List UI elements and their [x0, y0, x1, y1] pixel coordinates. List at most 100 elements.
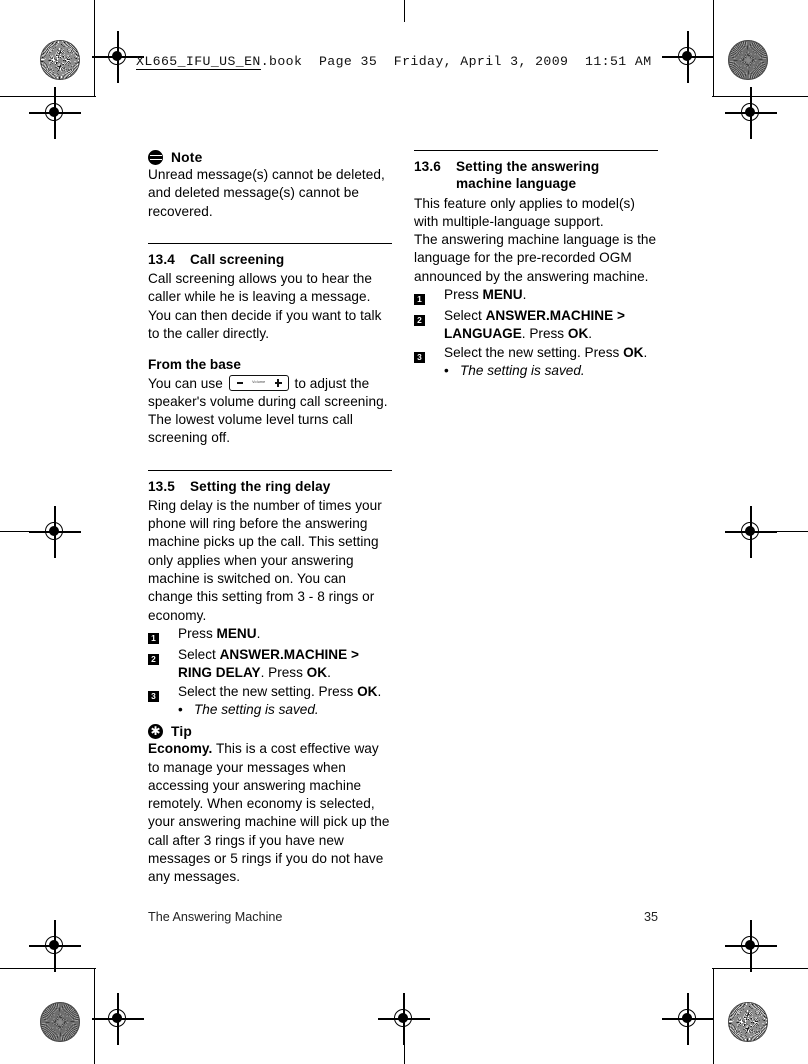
- bullet-icon: •: [444, 363, 449, 379]
- step-text-run: Select: [178, 647, 220, 663]
- steps-13-5: 1 Press MENU. 2 Select ANSWER.MACHINE > RIN…: [148, 625, 392, 719]
- step-text-run: .: [522, 286, 527, 302]
- step-text-emphasis: OK: [357, 683, 378, 699]
- step-text-run: .: [377, 683, 382, 699]
- section-title-13-4: Call screening: [190, 251, 285, 267]
- step-text: Select the new setting. Press OK. • The se…: [178, 683, 392, 720]
- starburst-mark-top-left: [40, 40, 80, 80]
- tip-lead: Economy.: [148, 741, 213, 757]
- registration-mark-lower-left-outer: [29, 920, 81, 972]
- trim-line-bottom-center: [404, 1042, 406, 1064]
- section-title-13-5: Setting the ring delay: [190, 478, 331, 494]
- step-number-badge: 3: [148, 683, 178, 720]
- section-heading-13-6: 13.6 Setting the answering machine langu…: [414, 158, 658, 193]
- step-item: 2 Select ANSWER.MACHINE > LANGUAGE. Press…: [414, 307, 658, 344]
- registration-mark-bottom-left: [92, 993, 144, 1045]
- trim-line-top-left: [0, 96, 96, 98]
- section-title-13-6-line2: machine language: [456, 176, 577, 192]
- note-callout: Note Unread message(s) cannot be deleted…: [148, 150, 392, 221]
- step-text-run: .: [256, 625, 261, 641]
- registration-mark-middle-left: [29, 506, 81, 558]
- from-the-base-text-before: You can use: [148, 375, 223, 391]
- step-text: Select ANSWER.MACHINE > RING DELAY. Pres…: [178, 646, 392, 683]
- section-title-13-6-line1: Setting the answering: [456, 159, 600, 174]
- two-column-layout: Note Unread message(s) cannot be deleted…: [148, 150, 658, 887]
- starburst-mark-top-right: [728, 40, 768, 80]
- step-number-badge: 2: [414, 307, 444, 344]
- step-result-list: • The setting is saved.: [444, 362, 658, 380]
- tip-icon: [148, 724, 163, 740]
- trim-line-middle-right: [762, 531, 808, 533]
- trim-line-left-bottom: [94, 968, 96, 1064]
- tip-label: Tip: [171, 724, 193, 740]
- step-item: 3 Select the new setting. Press OK. • The s…: [148, 683, 392, 720]
- section-rule-13-6: [414, 150, 658, 151]
- step-result-item: • The setting is saved.: [444, 362, 658, 380]
- tip-callout: Tip Economy. This is a cost effective wa…: [148, 724, 392, 886]
- footer-chapter-title: The Answering Machine: [148, 910, 283, 924]
- page-footer: The Answering Machine 35: [148, 910, 658, 924]
- step-result-text: The setting is saved.: [194, 701, 319, 717]
- step-text-run: . Press: [260, 665, 307, 681]
- step-text-run: Press: [444, 286, 483, 302]
- registration-mark-middle-right: [725, 506, 777, 558]
- note-icon: [148, 150, 163, 165]
- left-column: Note Unread message(s) cannot be deleted…: [148, 150, 392, 887]
- volume-key-icon: Volume: [228, 374, 289, 391]
- step-text-run: .: [643, 344, 648, 360]
- step-text: Select the new setting. Press OK. • The se…: [444, 344, 658, 381]
- section-number-13-5: 13.5: [148, 478, 175, 494]
- step-text-emphasis: OK: [567, 326, 589, 342]
- steps-13-6: 1 Press MENU. 2 Select ANSWER.MACHINE > LAN…: [414, 286, 658, 380]
- trim-line-top-center: [404, 0, 406, 22]
- step-text-run: Select the new setting. Press: [178, 683, 358, 699]
- slug-filename: XL665_IFU_US_EN: [136, 54, 261, 70]
- step-text-run: Select the new setting. Press: [444, 344, 624, 360]
- section-13-6-paragraph-1: This feature only applies to model(s) wi…: [414, 195, 635, 229]
- registration-mark-top-left: [92, 31, 144, 83]
- section-rule-13-4: [148, 242, 392, 244]
- tip-text: Economy. This is a cost effective way to…: [148, 740, 392, 886]
- step-number-badge: 1: [148, 625, 178, 646]
- footer-page-number: 35: [643, 910, 658, 924]
- trim-line-middle-left: [0, 531, 46, 533]
- step-result-text: The setting is saved.: [460, 363, 585, 379]
- trim-line-right-bottom: [713, 968, 715, 1064]
- subheading-from-the-base: From the base: [148, 357, 241, 373]
- section-heading-13-5: 13.5 Setting the ring delay: [148, 478, 392, 495]
- section-number-13-4: 13.4: [148, 251, 175, 267]
- step-text: Press MENU.: [178, 625, 392, 646]
- slug-line: XL665_IFU_US_EN.book Page 35 Friday, Apr…: [136, 54, 652, 70]
- trim-line-bottom-left: [0, 968, 96, 970]
- tip-body: This is a cost effective way to manage y…: [148, 741, 390, 885]
- step-item: 1 Press MENU.: [148, 625, 392, 646]
- step-text: Press MENU.: [444, 286, 658, 307]
- step-text-emphasis: MENU: [216, 625, 257, 641]
- right-column: 13.6 Setting the answering machine langu…: [414, 150, 658, 887]
- section-13-5-paragraph: Ring delay is the number of times your p…: [148, 497, 382, 623]
- trim-line-left-top: [94, 0, 96, 96]
- step-text-run: .: [327, 665, 331, 681]
- step-text-run: . Press: [521, 326, 568, 342]
- step-text: Select ANSWER.MACHINE > LANGUAGE. Press …: [444, 307, 658, 344]
- registration-mark-upper-right-outer: [725, 87, 777, 139]
- volume-plus-icon: [274, 378, 282, 387]
- registration-mark-bottom-right: [662, 993, 714, 1045]
- step-number-badge: 3: [414, 344, 444, 381]
- slug-date: Friday, April 3, 2009: [393, 54, 569, 69]
- section-13-6-paragraph-2: The answering machine language is the la…: [414, 232, 657, 284]
- step-result-item: • The setting is saved.: [178, 701, 392, 719]
- registration-mark-top-right: [662, 31, 714, 83]
- tip-callout-header: Tip: [148, 724, 392, 740]
- step-number-badge: 1: [414, 286, 444, 307]
- step-text-run: Select: [444, 308, 486, 324]
- step-text-run: .: [588, 326, 593, 342]
- step-text-emphasis: OK: [306, 665, 328, 681]
- slug-extension: .book: [260, 54, 303, 69]
- starburst-mark-bottom-left: [40, 1002, 80, 1042]
- bullet-icon: •: [178, 701, 183, 717]
- note-text: Unread message(s) cannot be deleted, and…: [148, 167, 385, 219]
- trim-line-top-right: [712, 96, 808, 98]
- section-heading-13-4: 13.4 Call screening: [148, 251, 392, 268]
- note-label: Note: [171, 150, 203, 165]
